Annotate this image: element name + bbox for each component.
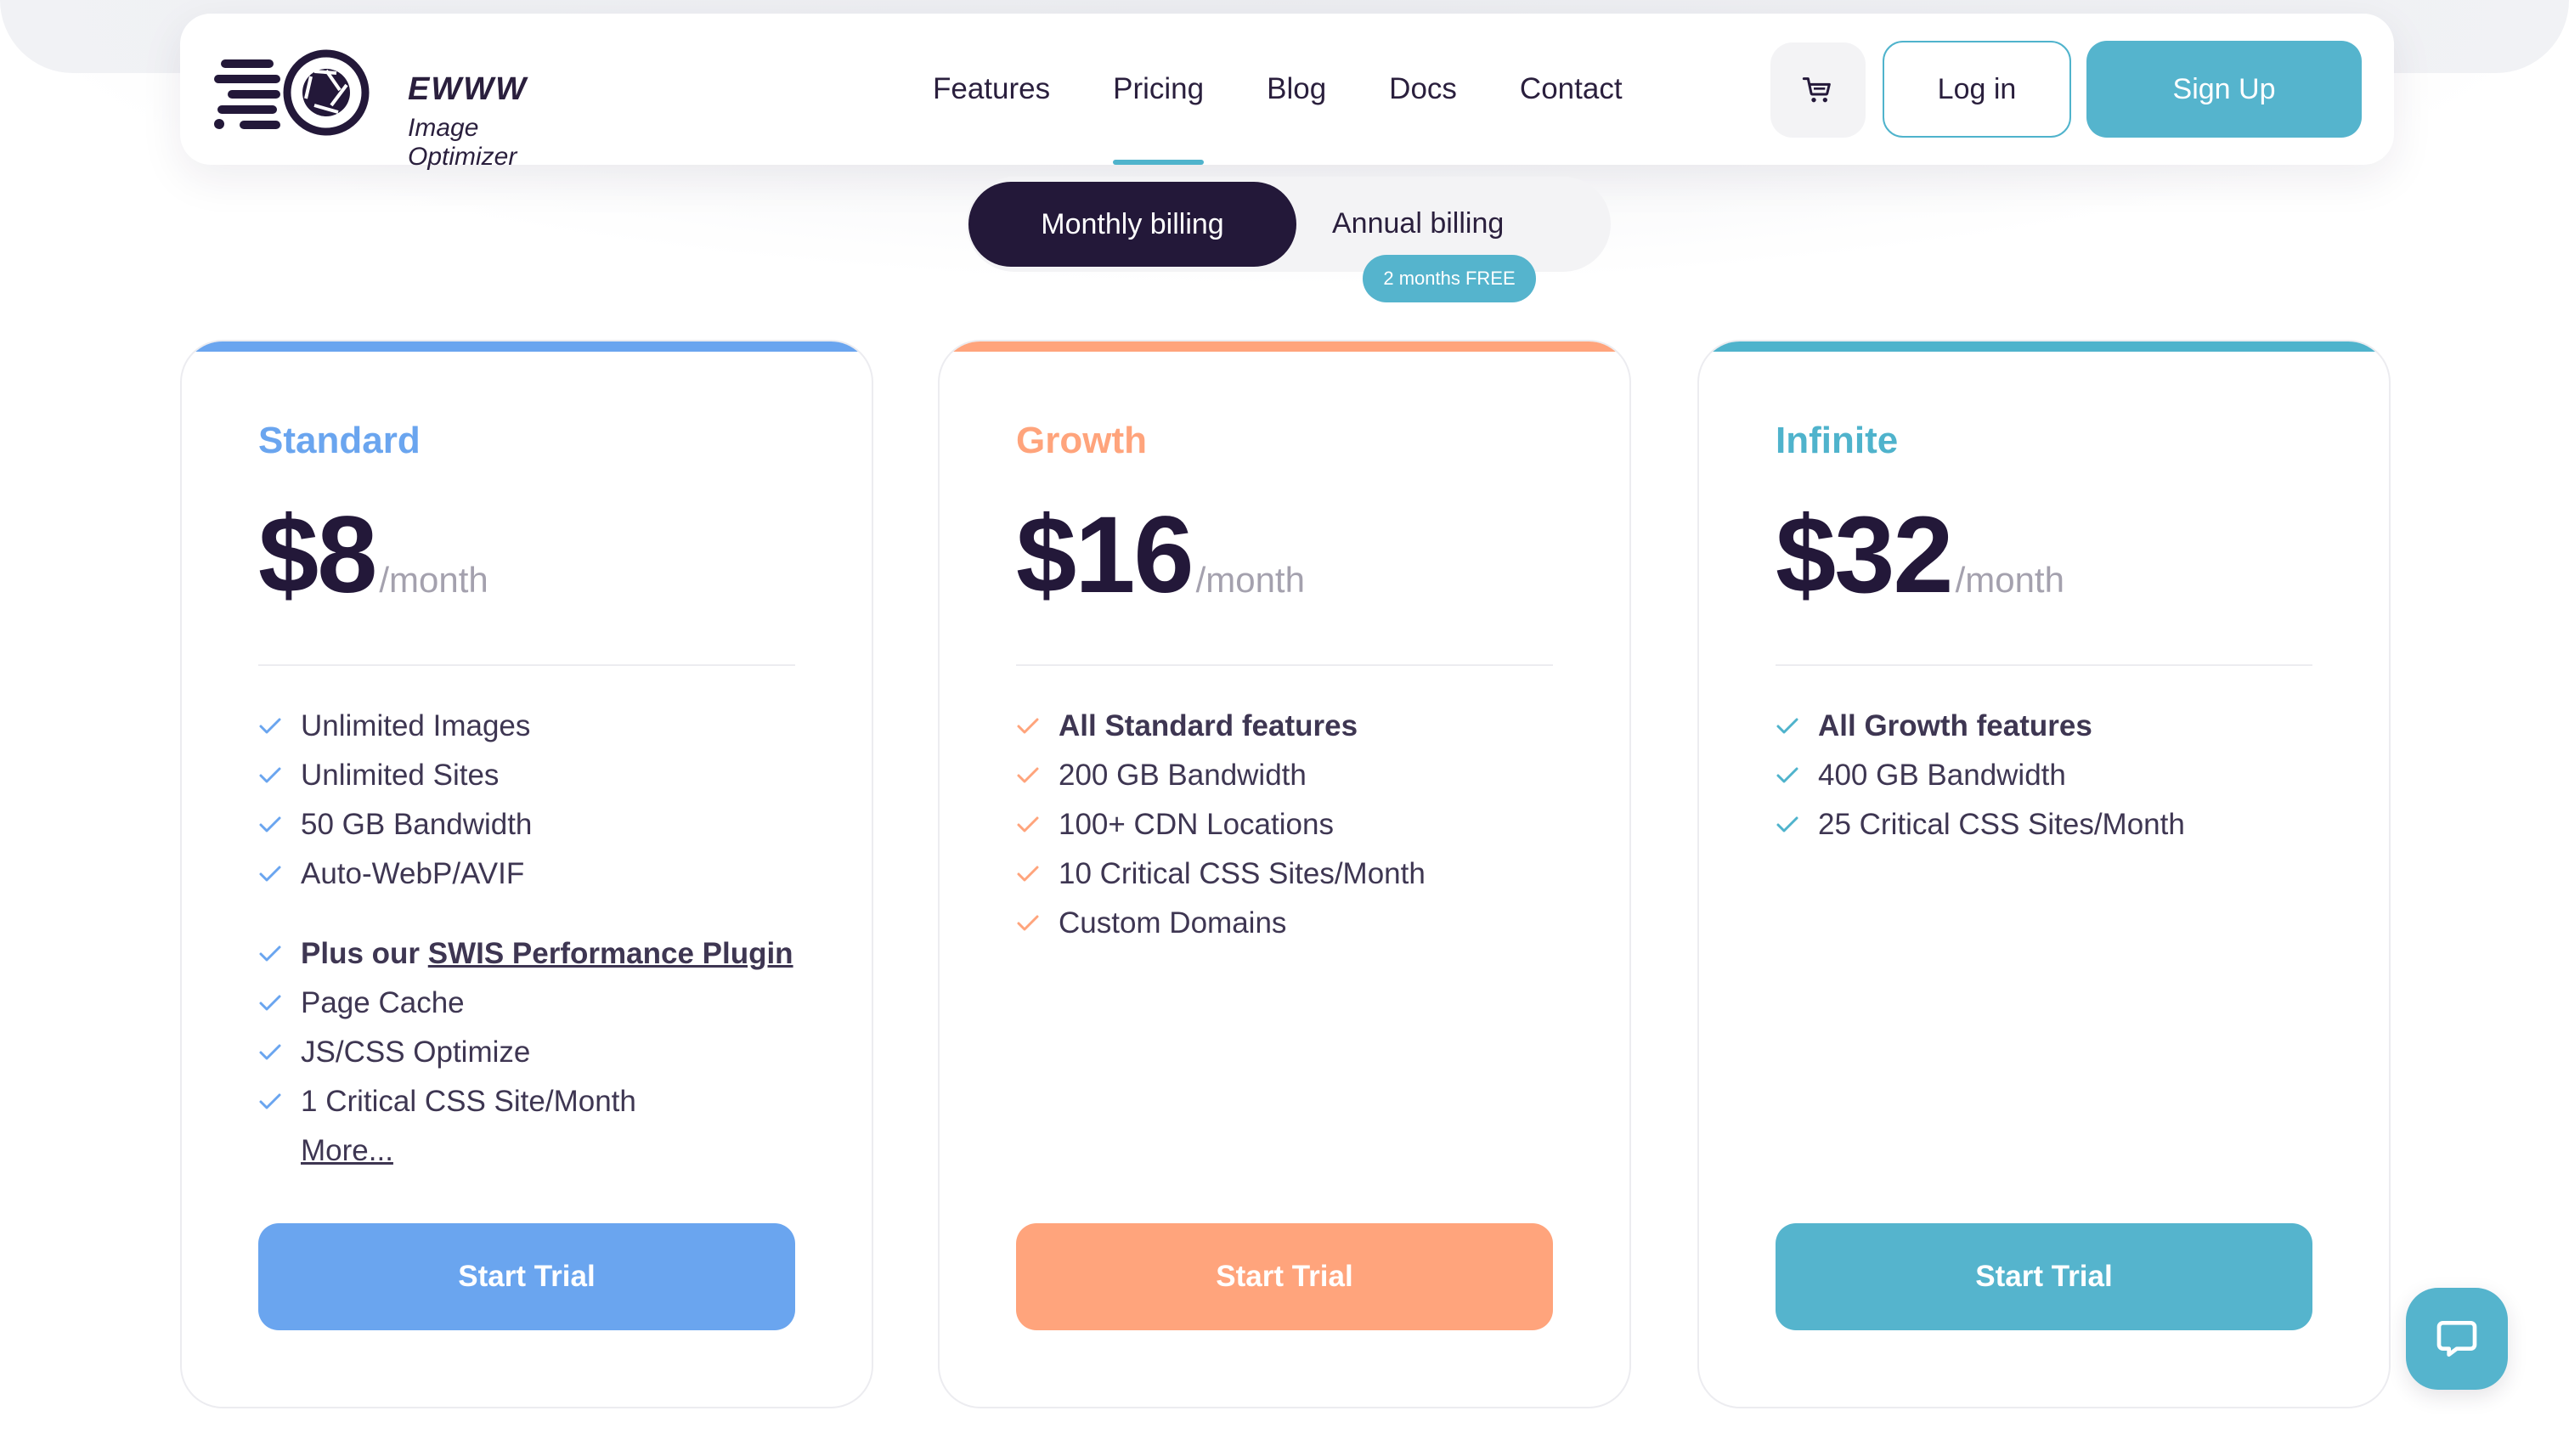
- feature-text: Page Cache: [301, 986, 465, 1019]
- check-icon: [258, 717, 301, 736]
- start-trial-button-growth[interactable]: Start Trial: [1016, 1223, 1553, 1330]
- nav-pricing[interactable]: Pricing: [1113, 14, 1204, 165]
- chat-widget-button[interactable]: [2406, 1288, 2508, 1390]
- feature-list: Unlimited Images Unlimited Sites 50 GB B…: [258, 702, 819, 1176]
- price-period: /month: [379, 560, 488, 600]
- camera-aperture-icon: [214, 49, 370, 136]
- feature-text: 100+ CDN Locations: [1059, 808, 1334, 841]
- plan-card-infinite: Infinite $32 /month All Growth features …: [1697, 340, 2391, 1408]
- feature-list: All Growth features 400 GB Bandwidth 25 …: [1776, 702, 2336, 849]
- feature-item-more: More...: [258, 1126, 819, 1176]
- feature-item: 25 Critical CSS Sites/Month: [1776, 800, 2336, 849]
- feature-list: All Standard features 200 GB Bandwidth 1…: [1016, 702, 1577, 948]
- feature-item: 1 Critical CSS Site/Month: [258, 1077, 819, 1126]
- check-icon: [258, 766, 301, 785]
- plan-name: Standard: [258, 420, 421, 461]
- chat-bubble-icon: [2436, 1321, 2477, 1357]
- feature-item: 100+ CDN Locations: [1016, 800, 1577, 849]
- feature-item: All Growth features: [1776, 702, 2336, 751]
- feature-text: Plus our: [301, 937, 428, 970]
- check-icon: [1776, 815, 1818, 834]
- feature-item: 10 Critical CSS Sites/Month: [1016, 849, 1577, 899]
- feature-text: 50 GB Bandwidth: [301, 808, 533, 841]
- price-row: $8 /month: [258, 493, 488, 618]
- feature-item: JS/CSS Optimize: [258, 1028, 819, 1077]
- feature-text: Unlimited Images: [301, 709, 531, 742]
- feature-text: Custom Domains: [1059, 906, 1287, 940]
- monthly-billing-option[interactable]: Monthly billing: [968, 182, 1296, 267]
- feature-item: Unlimited Sites: [258, 751, 819, 800]
- check-icon: [1016, 717, 1059, 736]
- check-icon: [258, 1043, 301, 1062]
- check-icon: [258, 945, 301, 963]
- feature-text: 400 GB Bandwidth: [1818, 759, 2066, 792]
- feature-text: Auto-WebP/AVIF: [301, 857, 525, 890]
- feature-item: Page Cache: [258, 979, 819, 1028]
- feature-item: 200 GB Bandwidth: [1016, 751, 1577, 800]
- divider: [1016, 664, 1553, 666]
- feature-item: Auto-WebP/AVIF: [258, 849, 819, 899]
- check-icon: [1016, 766, 1059, 785]
- check-icon: [258, 994, 301, 1013]
- check-icon: [1016, 815, 1059, 834]
- swis-plugin-link[interactable]: SWIS Performance Plugin: [428, 937, 793, 971]
- feature-text: All Growth features: [1818, 709, 2092, 742]
- nav-docs[interactable]: Docs: [1389, 14, 1457, 165]
- brand-logo[interactable]: EWWW Image Optimizer: [214, 46, 588, 171]
- brand-tagline: Image Optimizer: [408, 114, 517, 171]
- feature-text: All Standard features: [1059, 709, 1358, 742]
- divider: [258, 664, 795, 666]
- feature-text: JS/CSS Optimize: [301, 1036, 531, 1069]
- card-accent-bar: [940, 341, 1629, 352]
- nav-features[interactable]: Features: [933, 14, 1050, 165]
- price-row: $16 /month: [1016, 493, 1305, 618]
- login-button[interactable]: Log in: [1883, 41, 2071, 138]
- feature-text: Unlimited Sites: [301, 759, 500, 792]
- price-period: /month: [1195, 560, 1305, 600]
- cart-button[interactable]: [1770, 42, 1866, 138]
- plan-name: Growth: [1016, 420, 1147, 461]
- check-icon: [1776, 766, 1818, 785]
- start-trial-button-standard[interactable]: Start Trial: [258, 1223, 795, 1330]
- main-nav: Features Pricing Blog Docs Contact: [933, 14, 1685, 165]
- price-period: /month: [1955, 560, 2064, 600]
- plan-price: $16: [1016, 494, 1194, 616]
- feature-item: 50 GB Bandwidth: [258, 800, 819, 849]
- card-accent-bar: [1699, 341, 2389, 352]
- feature-item: Unlimited Images: [258, 702, 819, 751]
- plan-card-standard: Standard $8 /month Unlimited Images Unli…: [180, 340, 873, 1408]
- check-icon: [1016, 865, 1059, 883]
- feature-text: 25 Critical CSS Sites/Month: [1818, 808, 2185, 841]
- plan-name: Infinite: [1776, 420, 1899, 461]
- signup-button[interactable]: Sign Up: [2086, 41, 2362, 138]
- nav-blog[interactable]: Blog: [1267, 14, 1326, 165]
- feature-item: All Standard features: [1016, 702, 1577, 751]
- plan-price: $32: [1776, 494, 1954, 616]
- site-header: EWWW Image Optimizer Features Pricing Bl…: [180, 14, 2394, 171]
- feature-text: 10 Critical CSS Sites/Month: [1059, 857, 1426, 890]
- feature-text: 200 GB Bandwidth: [1059, 759, 1307, 792]
- card-accent-bar: [182, 341, 872, 352]
- plan-price: $8: [258, 494, 377, 616]
- more-features-link[interactable]: More...: [258, 1134, 393, 1168]
- check-icon: [1016, 914, 1059, 933]
- divider: [1776, 664, 2312, 666]
- annual-free-badge: 2 months FREE: [1363, 255, 1536, 302]
- feature-item-swis: Plus our SWIS Performance Plugin: [258, 929, 819, 979]
- annual-billing-option[interactable]: Annual billing: [1332, 207, 1504, 240]
- feature-text: 1 Critical CSS Site/Month: [301, 1085, 636, 1118]
- plan-card-growth: Growth $16 /month All Standard features …: [938, 340, 1631, 1408]
- cart-icon: [1802, 77, 1831, 103]
- brand-name: EWWW: [408, 71, 528, 107]
- nav-contact[interactable]: Contact: [1520, 14, 1623, 165]
- feature-item: Custom Domains: [1016, 899, 1577, 948]
- feature-item: 400 GB Bandwidth: [1776, 751, 2336, 800]
- check-icon: [1776, 717, 1818, 736]
- check-icon: [258, 865, 301, 883]
- price-row: $32 /month: [1776, 493, 2064, 618]
- check-icon: [258, 1092, 301, 1111]
- check-icon: [258, 815, 301, 834]
- start-trial-button-infinite[interactable]: Start Trial: [1776, 1223, 2312, 1330]
